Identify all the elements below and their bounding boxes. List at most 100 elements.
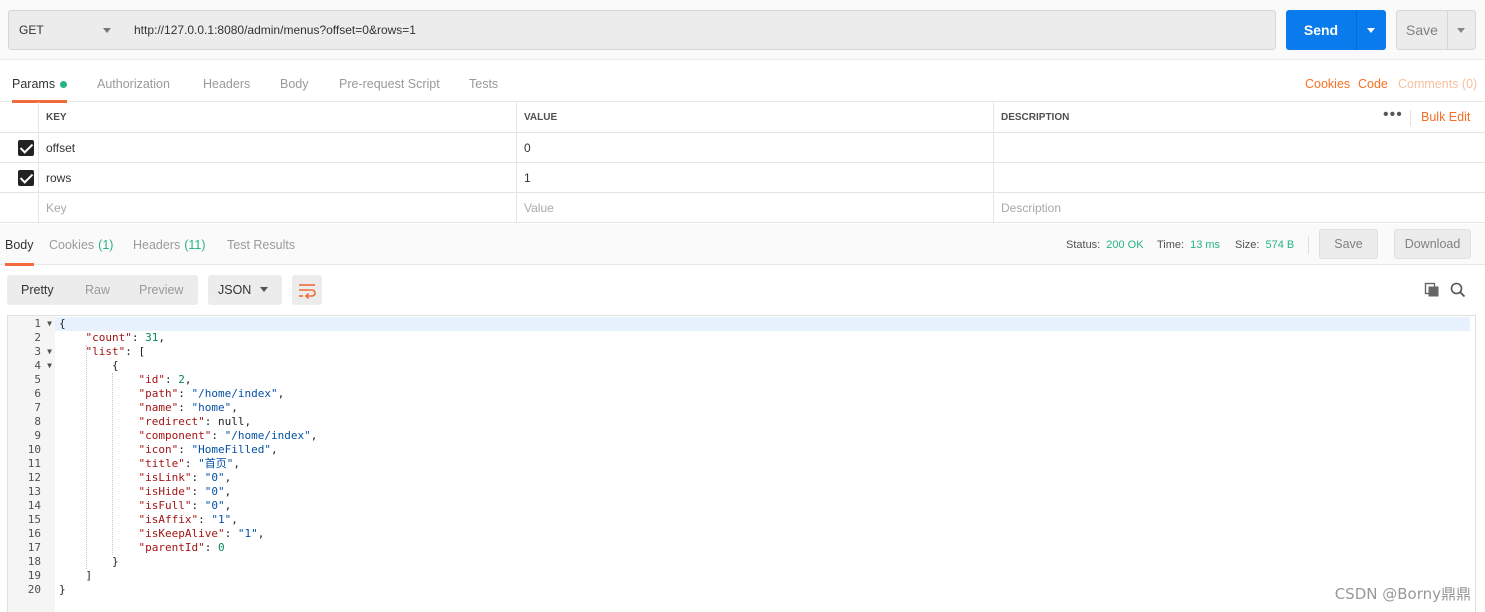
param-description[interactable] xyxy=(993,133,1485,162)
code-line: { xyxy=(59,359,119,372)
code-link[interactable]: Code xyxy=(1358,66,1388,102)
chevron-down-icon xyxy=(103,28,111,33)
param-value[interactable]: 0 xyxy=(516,133,994,162)
code-line: { xyxy=(55,317,1470,331)
line-number: 1 ▼ xyxy=(34,317,52,331)
description-header: DESCRIPTION xyxy=(993,102,1485,132)
tab-test-results[interactable]: Test Results xyxy=(227,224,295,265)
pretty-button[interactable]: Pretty xyxy=(21,275,54,305)
tab-authorization[interactable]: Authorization xyxy=(97,66,170,102)
code-line: } xyxy=(59,555,119,568)
param-description[interactable] xyxy=(993,163,1485,192)
code-line: "parentId": 0 xyxy=(138,541,225,554)
tab-response-headers[interactable]: Headers (11) xyxy=(133,224,206,265)
line-number: 12 xyxy=(27,471,41,484)
tab-headers[interactable]: Headers xyxy=(203,66,250,102)
format-select[interactable]: JSON xyxy=(208,275,282,305)
code-line: "isLink": "0", xyxy=(138,471,232,484)
method-select[interactable]: GET xyxy=(8,10,124,50)
code-line: "path": "/home/index", xyxy=(138,387,285,400)
line-number: 13 xyxy=(27,485,41,498)
search-icon[interactable] xyxy=(1450,282,1466,298)
value-placeholder[interactable]: Value xyxy=(516,193,994,222)
line-number: 19 xyxy=(27,569,41,582)
code-line: "isFull": "0", xyxy=(138,499,232,512)
save-options-icon[interactable] xyxy=(1457,28,1465,33)
line-number: 15 xyxy=(27,513,41,526)
fold-toggle-icon[interactable]: ▼ xyxy=(47,317,52,331)
table-row: offset 0 xyxy=(0,133,1485,163)
line-number: 9 xyxy=(34,429,41,442)
line-number: 10 xyxy=(27,443,41,456)
request-bar: GET http://127.0.0.1:8080/admin/menus?of… xyxy=(0,0,1485,60)
tab-response-body[interactable]: Body xyxy=(5,224,34,266)
param-key[interactable]: rows xyxy=(38,163,517,192)
preview-button[interactable]: Preview xyxy=(139,275,183,305)
indent-guide xyxy=(112,373,113,555)
tab-response-cookies[interactable]: Cookies (1) xyxy=(49,224,113,265)
url-input[interactable]: http://127.0.0.1:8080/admin/menus?offset… xyxy=(123,10,1276,50)
line-number: 6 xyxy=(34,387,41,400)
indent-guide xyxy=(86,345,87,569)
code-line: "list": [ xyxy=(85,345,146,358)
view-mode-group: Pretty Raw Preview xyxy=(7,275,198,305)
tab-pre-request-script[interactable]: Pre-request Script xyxy=(339,66,440,102)
save-request-button[interactable]: Save xyxy=(1396,10,1476,50)
key-placeholder[interactable]: Key xyxy=(38,193,517,222)
code-line: "id": 2, xyxy=(138,373,192,386)
code-line: } xyxy=(59,583,66,596)
fold-toggle-icon[interactable]: ▼ xyxy=(47,359,52,373)
more-options-icon[interactable]: ••• xyxy=(1383,107,1403,123)
code-line: "count": 31, xyxy=(85,331,165,344)
request-tabs: Params Authorization Headers Body Pre-re… xyxy=(0,66,1485,103)
bulk-edit-link[interactable]: Bulk Edit xyxy=(1421,110,1470,124)
save-label: Save xyxy=(1406,22,1438,38)
line-number: 4 ▼ xyxy=(34,359,52,373)
tab-body[interactable]: Body xyxy=(280,66,309,102)
line-number: 8 xyxy=(34,415,41,428)
line-number: 11 xyxy=(27,457,41,470)
line-number: 2 xyxy=(34,331,41,344)
tab-params[interactable]: Params xyxy=(12,66,68,103)
params-indicator-icon xyxy=(60,80,68,88)
response-body-editor[interactable]: 1 ▼{2 "count": 31, 3 ▼ "list": [4 ▼ {5 "id":… xyxy=(7,315,1476,612)
table-row: rows 1 xyxy=(0,163,1485,193)
table-row-new: Key Value Description xyxy=(0,193,1485,223)
status-readout: Status: 200 OK xyxy=(1066,238,1144,251)
comments-link[interactable]: Comments (0) xyxy=(1398,66,1477,102)
param-value[interactable]: 1 xyxy=(516,163,994,192)
code-line: "isHide": "0", xyxy=(138,485,232,498)
size-readout: Size: 574 B xyxy=(1235,238,1295,251)
send-button[interactable]: Send xyxy=(1286,10,1386,50)
wrap-icon xyxy=(299,284,316,300)
chevron-down-icon xyxy=(260,287,268,292)
param-key[interactable]: offset xyxy=(38,133,517,162)
code-line: "isAffix": "1", xyxy=(138,513,238,526)
format-label: JSON xyxy=(218,283,252,297)
send-options-icon[interactable] xyxy=(1367,28,1375,33)
tab-tests[interactable]: Tests xyxy=(469,66,498,102)
key-header: KEY xyxy=(38,102,517,132)
copy-icon[interactable] xyxy=(1424,282,1440,298)
params-header-row: KEY VALUE DESCRIPTION ••• Bulk Edit xyxy=(0,102,1485,133)
params-table: KEY VALUE DESCRIPTION ••• Bulk Edit offs… xyxy=(0,102,1485,223)
row-checkbox[interactable] xyxy=(18,170,34,186)
method-label: GET xyxy=(19,23,44,37)
cookies-link[interactable]: Cookies xyxy=(1305,66,1350,102)
row-checkbox[interactable] xyxy=(18,140,34,156)
fold-toggle-icon[interactable]: ▼ xyxy=(47,345,52,359)
line-number: 16 xyxy=(27,527,41,540)
line-number: 3 ▼ xyxy=(34,345,52,359)
wrap-lines-button[interactable] xyxy=(292,275,322,305)
description-placeholder[interactable]: Description xyxy=(993,193,1485,222)
code-line: ] xyxy=(59,569,93,582)
save-response-button[interactable]: Save xyxy=(1319,229,1378,259)
raw-button[interactable]: Raw xyxy=(85,275,110,305)
watermark: CSDN @Borny鼎鼎 xyxy=(1334,585,1471,603)
download-button[interactable]: Download xyxy=(1394,229,1471,259)
line-number: 14 xyxy=(27,499,41,512)
url-text: http://127.0.0.1:8080/admin/menus?offset… xyxy=(134,23,416,37)
value-header: VALUE xyxy=(516,102,994,132)
code-line: "isKeepAlive": "1", xyxy=(138,527,265,540)
line-number: 5 xyxy=(34,373,41,386)
